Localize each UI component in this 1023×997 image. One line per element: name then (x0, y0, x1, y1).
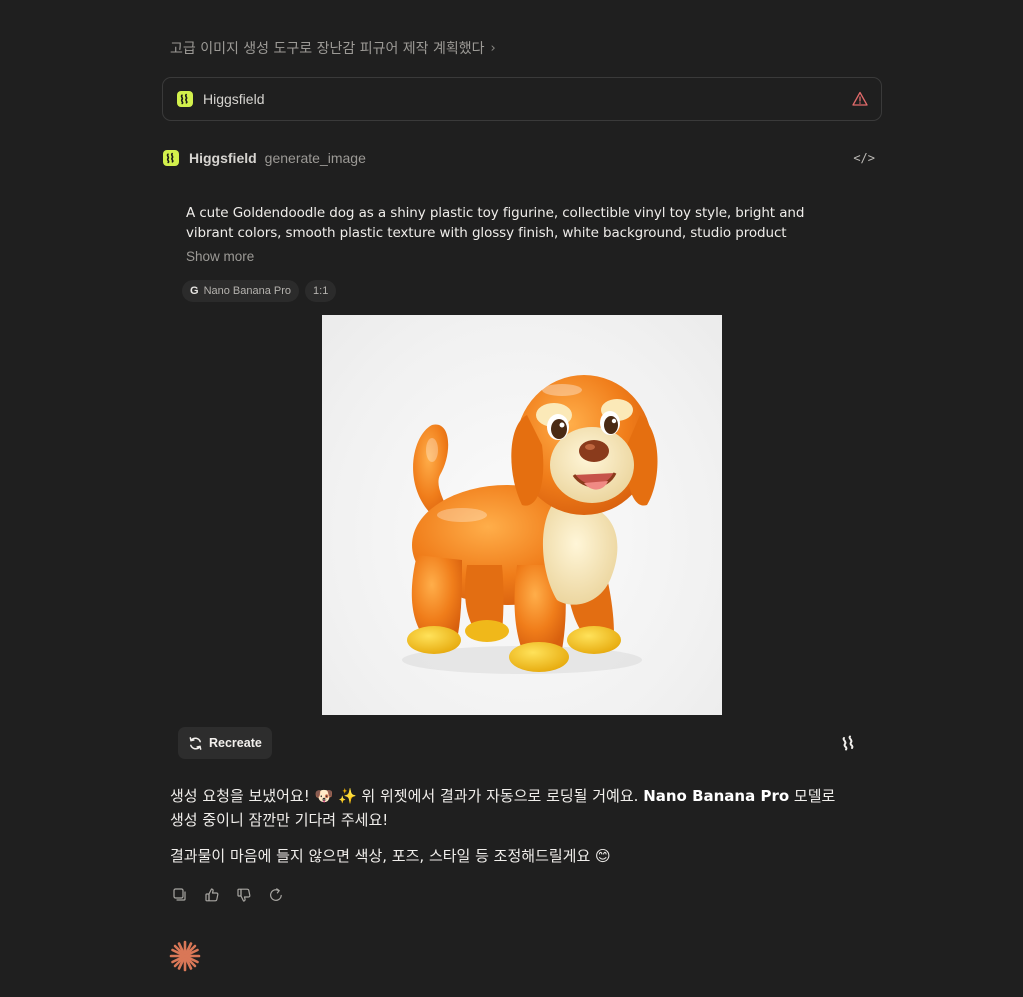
aspect-ratio-chip: 1:1 (305, 280, 337, 302)
model-name: Nano Banana Pro (203, 285, 292, 297)
breadcrumb[interactable]: 고급 이미지 생성 도구로 장난감 피규어 제작 계획했다 › (170, 38, 496, 58)
higgsfield-mark-icon[interactable] (840, 733, 860, 753)
tool-name: Higgsfield (203, 91, 265, 107)
copy-icon[interactable] (170, 885, 189, 904)
generated-image[interactable] (322, 315, 722, 715)
thumbs-down-icon[interactable] (234, 885, 253, 904)
retry-icon[interactable] (266, 885, 285, 904)
thumbs-up-icon[interactable] (202, 885, 221, 904)
google-g-icon: G (190, 285, 199, 297)
tool-connection-card[interactable]: Higgsfield (162, 77, 882, 121)
warning-triangle-icon[interactable] (851, 90, 869, 108)
chat-page: 고급 이미지 생성 도구로 장난감 피규어 제작 계획했다 › Higgsfie… (0, 0, 1023, 997)
tool-call-name: Higgsfield (189, 150, 257, 166)
generation-params: G Nano Banana Pro 1:1 (182, 280, 337, 302)
message-text: 생성 요청을 보냈어요! 🐶 ✨ 위 위젯에서 결과가 자동으로 로딩될 거예요… (170, 787, 644, 805)
claude-spark-icon (168, 939, 202, 973)
model-chip: G Nano Banana Pro (182, 280, 300, 302)
recreate-label: Recreate (209, 736, 262, 750)
message-actions (170, 885, 285, 904)
recreate-icon (189, 736, 202, 750)
higgsfield-logo-icon (177, 91, 193, 107)
show-more-link[interactable]: Show more (186, 249, 254, 264)
tool-function-name: generate_image (264, 150, 366, 166)
model-name-bold: Nano Banana Pro (643, 787, 790, 805)
code-toggle-icon[interactable]: </> (853, 151, 875, 165)
higgsfield-logo-icon (163, 150, 179, 166)
recreate-button[interactable]: Recreate (178, 727, 272, 759)
chevron-right-icon: › (490, 40, 496, 56)
goldendoodle-figurine (402, 375, 658, 674)
message-paragraph-1: 생성 요청을 보냈어요! 🐶 ✨ 위 위젯에서 결과가 자동으로 로딩될 거예요… (170, 784, 850, 832)
message-paragraph-2: 결과물이 마음에 들지 않으면 색상, 포즈, 스타일 등 조정해드릴게요 😊 (170, 847, 611, 865)
conversation-title[interactable]: 고급 이미지 생성 도구로 장난감 피규어 제작 계획했다 (170, 38, 485, 58)
assistant-message: 생성 요청을 보냈어요! 🐶 ✨ 위 위젯에서 결과가 자동으로 로딩될 거예요… (170, 784, 850, 868)
image-prompt-text: A cute Goldendoodle dog as a shiny plast… (186, 205, 805, 241)
aspect-ratio: 1:1 (313, 285, 329, 297)
tool-call-header[interactable]: Higgsfield generate_image </> (163, 148, 881, 168)
